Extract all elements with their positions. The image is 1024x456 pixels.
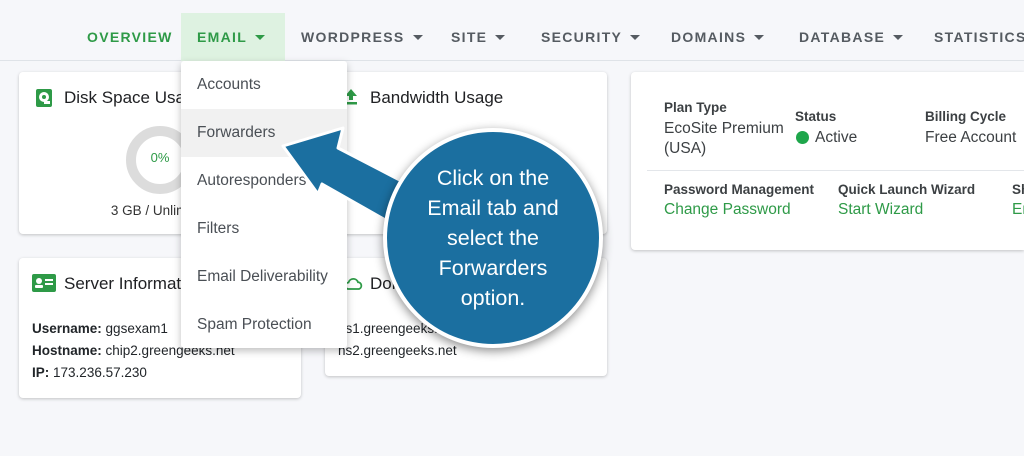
instruction-callout: Click on the Email tab and select the Fo…: [383, 128, 603, 348]
callout-text: Click on the Email tab and select the Fo…: [427, 166, 559, 310]
